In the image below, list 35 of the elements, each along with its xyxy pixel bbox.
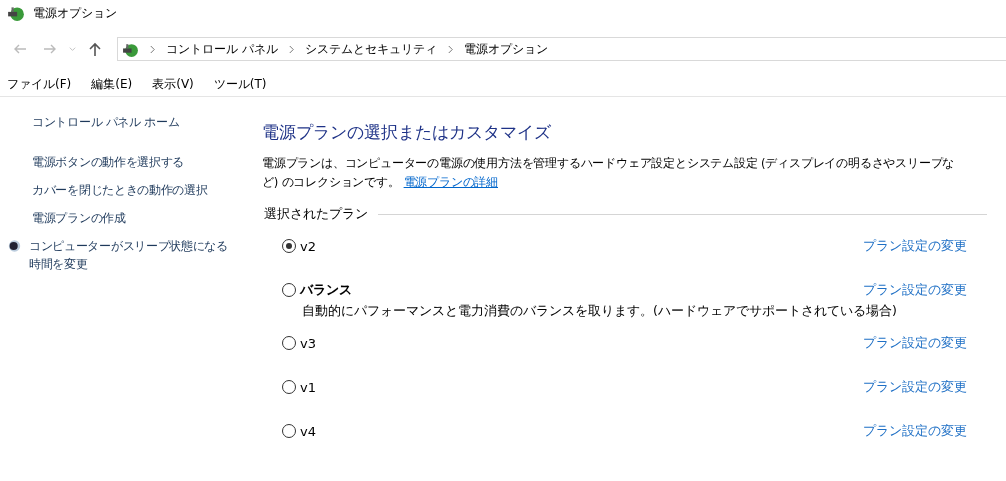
moon-icon — [8, 238, 21, 254]
details-link[interactable]: 電源プランの詳細 — [403, 175, 498, 189]
sidebar-link[interactable]: 電源ボタンの動作を選択する — [32, 153, 185, 171]
menu-item[interactable]: 表示(V) — [152, 75, 194, 93]
plan-name: v3 — [300, 335, 317, 351]
plan-settings-link[interactable]: プラン設定の変更 — [863, 378, 967, 396]
description-text: 電源プランは、コンピューターの電源の使用方法を管理するハードウェア設定とシステム設定 (ディスプレイの明るさやスリープなど) のコレクションです。 電源プランの詳細 — [262, 155, 956, 191]
sidebar-link[interactable]: カバーを閉じたときの動作の選択 — [32, 181, 208, 199]
plan-name: v1 — [300, 379, 317, 395]
plan-settings-link[interactable]: プラン設定の変更 — [863, 237, 967, 255]
plan-name: v2 — [300, 238, 317, 254]
page-heading: 電源プランの選択またはカスタマイズ — [262, 121, 552, 144]
menu-item[interactable]: ツール(T) — [213, 75, 267, 93]
plan-settings-link[interactable]: プラン設定の変更 — [863, 334, 967, 352]
breadcrumb-item[interactable]: システムとセキュリティ — [304, 40, 437, 58]
plan-name: バランス — [300, 281, 353, 299]
window-title: 電源オプション — [33, 4, 117, 22]
menu-item[interactable]: 編集(E) — [91, 75, 133, 93]
power-plug-icon — [7, 4, 25, 22]
sidebar-link[interactable]: 電源プランの作成 — [32, 209, 126, 227]
sidebar-link[interactable]: コントロール パネル ホーム — [32, 113, 180, 131]
address-bar[interactable]: コントロール パネル システムとセキュリティ 電源オプション — [117, 37, 1006, 61]
up-arrow-icon[interactable] — [87, 41, 103, 57]
chevron-icon — [287, 44, 295, 54]
chevron-icon — [446, 44, 454, 54]
breadcrumb-item[interactable]: コントロール パネル — [166, 40, 278, 58]
plan-name: v4 — [300, 423, 317, 439]
menu-item[interactable]: ファイル(F) — [7, 75, 72, 93]
chevron-icon — [149, 44, 156, 54]
plan-settings-link[interactable]: プラン設定の変更 — [863, 422, 967, 440]
plan-description: 自動的にパフォーマンスと電力消費のバランスを取ります。(ハードウェアでサポートされている場合) — [301, 303, 898, 320]
group-label: 選択されたプラン — [264, 206, 368, 223]
breadcrumb-item[interactable]: 電源オプション — [463, 40, 548, 58]
sidebar-link[interactable]: コンピューターがスリープ状態になる時間を変更 — [29, 237, 238, 273]
plan-settings-link[interactable]: プラン設定の変更 — [863, 281, 967, 299]
